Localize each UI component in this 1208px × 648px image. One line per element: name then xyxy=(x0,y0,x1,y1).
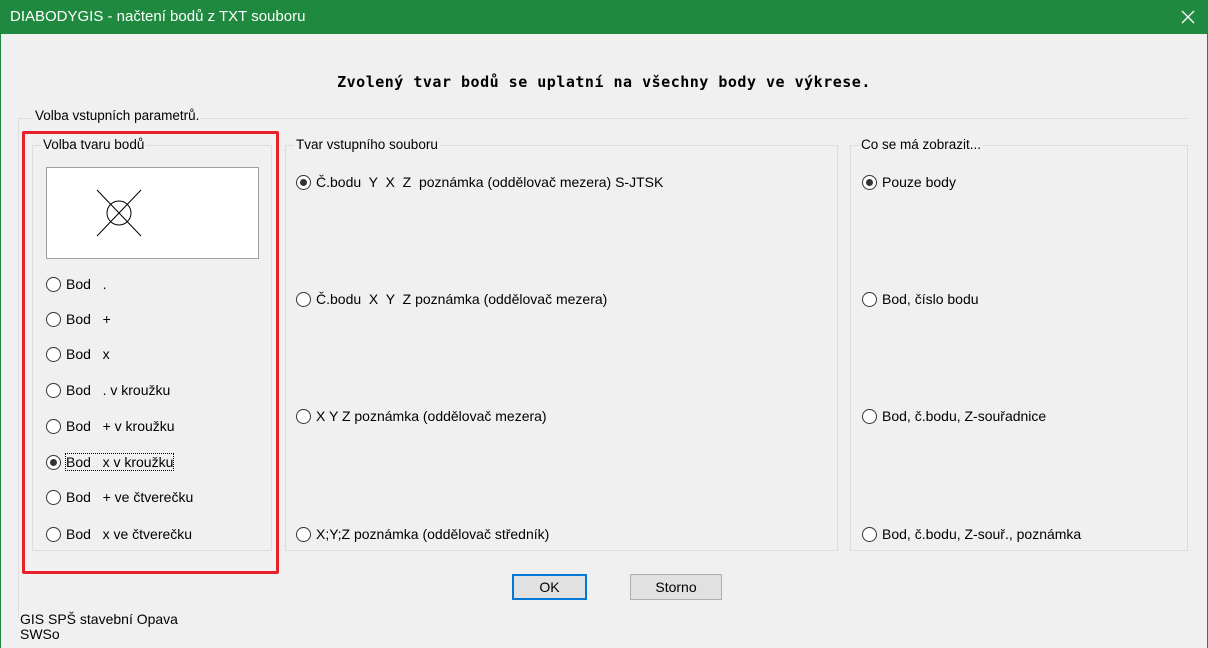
radio-bod-plus[interactable]: Bod + xyxy=(46,311,111,327)
radio-circle xyxy=(296,526,311,542)
radio-format-yxz-sjtsk[interactable]: Č.bodu Y X Z poznámka (oddělovač mezera)… xyxy=(296,174,663,190)
radio-circle xyxy=(46,311,61,327)
radio-circle xyxy=(46,489,61,505)
radio-bod-x[interactable]: Bod x xyxy=(46,346,110,362)
radio-bod-dot-circle[interactable]: Bod . v kroužku xyxy=(46,382,170,398)
radio-label: Pouze body xyxy=(882,174,956,190)
ok-button[interactable]: OK xyxy=(512,574,587,600)
radio-label: Bod x v kroužku xyxy=(64,453,175,471)
radio-label: Bod x ve čtverečku xyxy=(66,526,193,542)
radio-format-xyz-noid[interactable]: X Y Z poznámka (oddělovač mezera) xyxy=(296,408,547,424)
radio-show-point-z[interactable]: Bod, č.bodu, Z-souřadnice xyxy=(862,408,1046,424)
radio-label: X Y Z poznámka (oddělovač mezera) xyxy=(316,408,547,424)
radio-show-point-number[interactable]: Bod, číslo bodu xyxy=(862,291,979,307)
file-format-group-label: Tvar vstupního souboru xyxy=(294,137,440,153)
radio-circle xyxy=(46,454,61,470)
radio-circle xyxy=(46,418,61,434)
radio-circle xyxy=(296,174,311,190)
radio-circle xyxy=(862,408,877,424)
radio-label: Bod, č.bodu, Z-souřadnice xyxy=(882,408,1047,424)
radio-label: X;Y;Z poznámka (oddělovač středník) xyxy=(316,526,550,542)
radio-circle xyxy=(46,382,61,398)
footer-line-2: SWSo xyxy=(20,626,60,642)
radio-circle xyxy=(862,526,877,542)
radio-bod-x-circle[interactable]: Bod x v kroužku xyxy=(46,453,175,471)
shape-preview xyxy=(46,167,259,259)
radio-format-semicolon[interactable]: X;Y;Z poznámka (oddělovač středník) xyxy=(296,526,549,542)
radio-bod-plus-circle[interactable]: Bod + v kroužku xyxy=(46,418,175,434)
radio-circle xyxy=(46,346,61,362)
radio-circle xyxy=(296,408,311,424)
window-title: DIABODYGIS - načtení bodů z TXT souboru xyxy=(10,8,306,25)
radio-label: Bod . v kroužku xyxy=(66,382,171,398)
display-group-label: Co se má zobrazit... xyxy=(859,137,984,153)
x-in-circle-icon xyxy=(95,188,143,241)
outer-group-label: Volba vstupních parametrů. xyxy=(33,108,202,124)
radio-label: Bod, č.bodu, Z-souř., poznámka xyxy=(882,526,1082,542)
shape-group-label: Volba tvaru bodů xyxy=(41,137,147,153)
close-icon[interactable] xyxy=(1168,0,1208,34)
radio-circle xyxy=(862,291,877,307)
radio-label: Bod . xyxy=(66,276,107,292)
title-bar: DIABODYGIS - načtení bodů z TXT souboru xyxy=(0,0,1208,34)
radio-label: Bod + xyxy=(66,311,111,327)
radio-label: Č.bodu Y X Z poznámka (oddělovač mezera)… xyxy=(316,174,664,190)
radio-bod-dot[interactable]: Bod . xyxy=(46,276,106,292)
radio-circle xyxy=(862,174,877,190)
radio-format-xyz[interactable]: Č.bodu X Y Z poznámka (oddělovač mezera) xyxy=(296,291,607,307)
radio-circle xyxy=(46,276,61,292)
radio-bod-plus-square[interactable]: Bod + ve čtverečku xyxy=(46,489,193,505)
file-format-group: Tvar vstupního souboru xyxy=(285,137,838,551)
radio-show-point-z-note[interactable]: Bod, č.bodu, Z-souř., poznámka xyxy=(862,526,1081,542)
radio-bod-x-square[interactable]: Bod x ve čtverečku xyxy=(46,526,192,542)
cancel-button[interactable]: Storno xyxy=(630,574,722,600)
radio-label: Bod + ve čtverečku xyxy=(66,489,194,505)
radio-label: Č.bodu X Y Z poznámka (oddělovač mezera) xyxy=(316,291,608,307)
radio-circle xyxy=(46,526,61,542)
radio-circle xyxy=(296,291,311,307)
radio-label: Bod, číslo bodu xyxy=(882,291,979,307)
radio-show-points-only[interactable]: Pouze body xyxy=(862,174,956,190)
display-group: Co se má zobrazit... xyxy=(850,137,1188,551)
radio-label: Bod x xyxy=(66,346,110,362)
footer-line-1: GIS SPŠ stavební Opava xyxy=(20,611,178,627)
radio-label: Bod + v kroužku xyxy=(66,418,175,434)
headline: Zvolený tvar bodů se uplatní na všechny … xyxy=(337,73,871,91)
